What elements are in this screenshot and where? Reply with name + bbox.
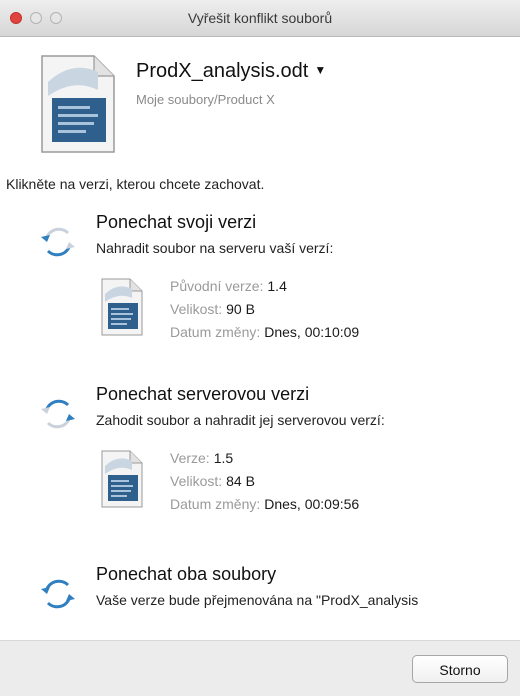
option-description: Nahradit soubor na serveru vaší verzí: — [96, 240, 334, 256]
dialog-footer: Storno — [0, 640, 520, 696]
sync-icon — [41, 399, 75, 429]
file-header: ProdX_analysis.odt ▼ Moje soubory/Product… — [38, 54, 498, 158]
file-name-menu[interactable]: ProdX_analysis.odt ▼ — [136, 60, 326, 83]
detail-size: Velikost: 90 B — [170, 301, 255, 317]
option-keep-mine[interactable]: Ponechat svoji verzi Nahradit soubor na … — [0, 212, 520, 362]
option-keep-both[interactable]: Ponechat oba soubory Vaše verze bude pře… — [0, 564, 520, 624]
sync-icon — [41, 579, 75, 609]
detail-modified: Datum změny: Dnes, 00:10:09 — [170, 324, 360, 340]
detail-size: Velikost: 84 B — [170, 473, 255, 489]
conflict-dialog: Vyřešit konflikt souborů ProdX_analysis.… — [0, 0, 520, 696]
title-bar: Vyřešit konflikt souborů — [0, 0, 520, 37]
detail-version: Původní verze: 1.4 — [170, 278, 287, 294]
file-name: ProdX_analysis.odt — [136, 60, 309, 82]
document-icon — [101, 450, 143, 508]
cancel-button[interactable]: Storno — [412, 655, 508, 683]
sync-icon — [41, 227, 75, 257]
option-title: Ponechat svoji verzi — [96, 212, 257, 232]
document-icon — [41, 55, 115, 153]
option-description: Zahodit soubor a nahradit jej serverovou… — [96, 412, 385, 428]
file-path: Moje soubory/Product X — [136, 92, 275, 107]
document-icon — [101, 278, 143, 336]
option-keep-server[interactable]: Ponechat serverovou verzi Zahodit soubor… — [0, 384, 520, 534]
option-title: Ponechat oba soubory — [96, 564, 277, 584]
instruction-text: Klikněte na verzi, kterou chcete zachova… — [6, 176, 265, 192]
option-description: Vaše verze bude přejmenována na "ProdX_a… — [96, 592, 419, 608]
option-title: Ponechat serverovou verzi — [96, 384, 310, 404]
detail-modified: Datum změny: Dnes, 00:09:56 — [170, 496, 360, 512]
detail-version: Verze: 1.5 — [170, 450, 234, 466]
window-title: Vyřešit konflikt souborů — [187, 10, 333, 26]
chevron-down-icon: ▼ — [314, 63, 327, 77]
